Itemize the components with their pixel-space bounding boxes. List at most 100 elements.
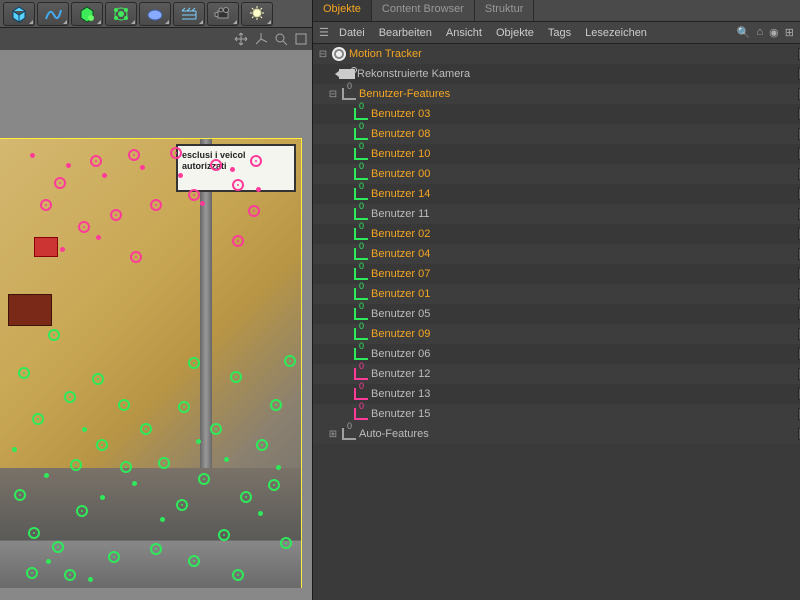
track-marker[interactable] [188,555,200,567]
track-marker[interactable] [90,155,102,167]
track-marker[interactable] [140,423,152,435]
track-marker[interactable] [210,159,222,171]
track-marker[interactable] [188,189,200,201]
track-marker[interactable] [120,461,132,473]
tool-generator[interactable] [71,2,103,26]
tree-item-feature[interactable]: Benutzer 05 [313,304,800,324]
track-dot[interactable] [82,427,87,432]
collapse-icon[interactable]: ⊟ [327,89,339,100]
track-marker[interactable] [198,473,210,485]
tree-item-feature[interactable]: Benutzer 15 [313,404,800,424]
track-marker[interactable] [48,329,60,341]
tree-item-feature[interactable]: Benutzer 07 [313,264,800,284]
track-marker[interactable] [280,537,292,549]
track-dot[interactable] [46,559,51,564]
search-icon[interactable]: 🔍 [737,26,751,39]
track-marker[interactable] [108,551,120,563]
track-marker[interactable] [52,541,64,553]
track-marker[interactable] [284,355,296,367]
hamburger-icon[interactable]: ☰ [319,26,333,39]
track-marker[interactable] [78,221,90,233]
move-icon[interactable] [234,32,248,46]
track-marker[interactable] [14,489,26,501]
tool-primitive-cube[interactable] [3,2,35,26]
expand-icon[interactable]: ⊞ [327,429,339,440]
track-dot[interactable] [230,167,235,172]
tree-item-user-features[interactable]: ⊟ Benutzer-Features [313,84,800,104]
track-marker[interactable] [232,569,244,581]
menu-objects[interactable]: Objekte [496,27,534,39]
track-dot[interactable] [30,153,35,158]
tree-item-feature[interactable]: Benutzer 00 [313,164,800,184]
tool-sky[interactable] [139,2,171,26]
track-dot[interactable] [200,201,205,206]
track-dot[interactable] [256,187,261,192]
menu-view[interactable]: Ansicht [446,27,482,39]
tree-item-feature[interactable]: Benutzer 10 [313,144,800,164]
track-marker[interactable] [26,567,38,579]
track-marker[interactable] [40,199,52,211]
tool-light[interactable] [241,2,273,26]
track-marker[interactable] [270,399,282,411]
track-dot[interactable] [140,165,145,170]
track-marker[interactable] [178,401,190,413]
track-marker[interactable] [64,391,76,403]
track-marker[interactable] [218,529,230,541]
tool-camera[interactable] [207,2,239,26]
track-marker[interactable] [54,177,66,189]
track-dot[interactable] [224,457,229,462]
home-icon[interactable]: ⌂ [757,26,764,39]
track-dot[interactable] [196,439,201,444]
eye-icon[interactable]: ◉ [769,26,779,39]
track-marker[interactable] [110,209,122,221]
track-dot[interactable] [258,511,263,516]
track-marker[interactable] [150,543,162,555]
tree-item-feature[interactable]: Benutzer 14 [313,184,800,204]
tab-structure[interactable]: Struktur [475,0,535,21]
track-dot[interactable] [178,173,183,178]
expand-icon[interactable]: ⊞ [785,26,794,39]
collapse-icon[interactable]: ⊟ [317,49,329,60]
track-dot[interactable] [100,495,105,500]
object-tree[interactable]: ⊟ Motion Tracker Rekonstruierte Kamera ⊟… [313,44,800,600]
track-dot[interactable] [66,163,71,168]
tree-item-camera[interactable]: Rekonstruierte Kamera [313,64,800,84]
track-marker[interactable] [210,423,222,435]
tree-item-feature[interactable]: Benutzer 03 [313,104,800,124]
track-marker[interactable] [70,459,82,471]
track-marker[interactable] [268,479,280,491]
track-dot[interactable] [12,447,17,452]
track-dot[interactable] [102,173,107,178]
tool-spline[interactable] [37,2,69,26]
track-dot[interactable] [160,517,165,522]
tree-item-feature[interactable]: Benutzer 01 [313,284,800,304]
track-marker[interactable] [96,439,108,451]
menu-tags[interactable]: Tags [548,27,571,39]
track-marker[interactable] [232,179,244,191]
track-marker[interactable] [240,491,252,503]
track-marker[interactable] [230,371,242,383]
frame-icon[interactable] [294,32,308,46]
viewport[interactable]: esclusi i veicol autorizzati [0,50,312,600]
track-marker[interactable] [250,155,262,167]
tree-item-feature[interactable]: Benutzer 08 [313,124,800,144]
track-marker[interactable] [176,499,188,511]
track-marker[interactable] [170,147,182,159]
menu-bookmarks[interactable]: Lesezeichen [585,27,647,39]
tree-item-feature[interactable]: Benutzer 06 [313,344,800,364]
tab-objects[interactable]: Objekte [313,0,372,21]
track-dot[interactable] [44,473,49,478]
menu-edit[interactable]: Bearbeiten [379,27,432,39]
tree-item-feature[interactable]: Benutzer 02 [313,224,800,244]
tab-content-browser[interactable]: Content Browser [372,0,475,21]
tree-item-feature[interactable]: Benutzer 09 [313,324,800,344]
track-marker[interactable] [118,399,130,411]
tree-item-feature[interactable]: Benutzer 11 [313,204,800,224]
track-marker[interactable] [32,413,44,425]
menu-file[interactable]: Datei [339,27,365,39]
axis-icon[interactable] [254,32,268,46]
tree-item-motion-tracker[interactable]: ⊟ Motion Tracker [313,44,800,64]
track-marker[interactable] [256,439,268,451]
track-marker[interactable] [248,205,260,217]
track-marker[interactable] [18,367,30,379]
